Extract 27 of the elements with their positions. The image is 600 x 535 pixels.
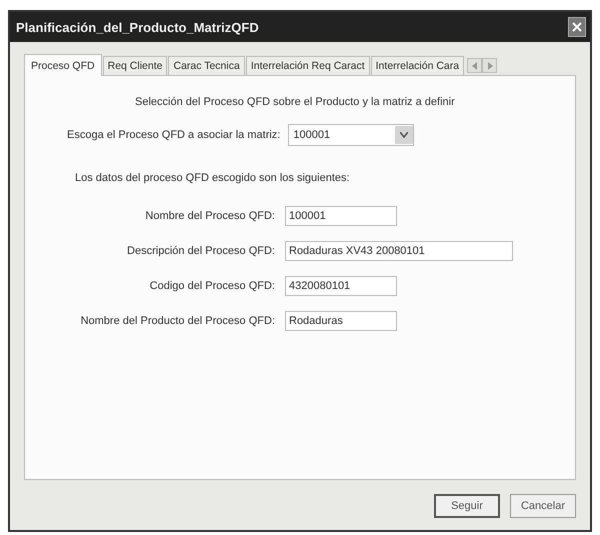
close-icon: [572, 22, 582, 32]
text-field[interactable]: 100001: [285, 206, 397, 226]
field-label: Escoga el Proceso QFD a asociar la matriz:: [67, 129, 280, 141]
text-field[interactable]: 4320080101: [285, 276, 397, 296]
dialog-button[interactable]: Cancelar: [510, 494, 576, 518]
field-label: Nombre del Producto del Proceso QFD:: [80, 315, 275, 327]
field-label: Descripción del Proceso QFD:: [126, 245, 275, 257]
section-heading: Selección del Proceso QFD sobre el Producto y la matriz a definir: [135, 96, 456, 108]
field-label: Nombre del Proceso QFD:: [144, 210, 275, 222]
text-field[interactable]: Rodaduras XV43 20080101: [285, 241, 513, 261]
left-arrow-icon: [472, 62, 478, 70]
intro-text: Los datos del proceso QFD escogido son los siguientes:: [75, 172, 351, 184]
right-arrow-icon: [486, 62, 493, 70]
chevron-down-icon: [400, 132, 408, 138]
tab[interactable]: Interrelación Cara: [370, 56, 464, 75]
tab[interactable]: Proceso QFD: [24, 54, 102, 76]
tab[interactable]: Interrelación Req Caract: [246, 56, 370, 75]
field-label: Codigo del Proceso QFD:: [148, 280, 275, 292]
close-button[interactable]: [568, 17, 586, 37]
process-dropdown[interactable]: 100001: [288, 124, 414, 146]
scroll-right-button[interactable]: [482, 58, 498, 73]
dialog-button[interactable]: Seguir: [434, 494, 500, 518]
tab[interactable]: Carac Tecnica: [168, 56, 245, 75]
tab[interactable]: Req Cliente: [102, 56, 168, 75]
dropdown-button[interactable]: [395, 126, 414, 144]
text-field[interactable]: Rodaduras: [285, 311, 397, 331]
window-title: Planificación_del_Producto_MatrizQFD: [16, 20, 259, 34]
